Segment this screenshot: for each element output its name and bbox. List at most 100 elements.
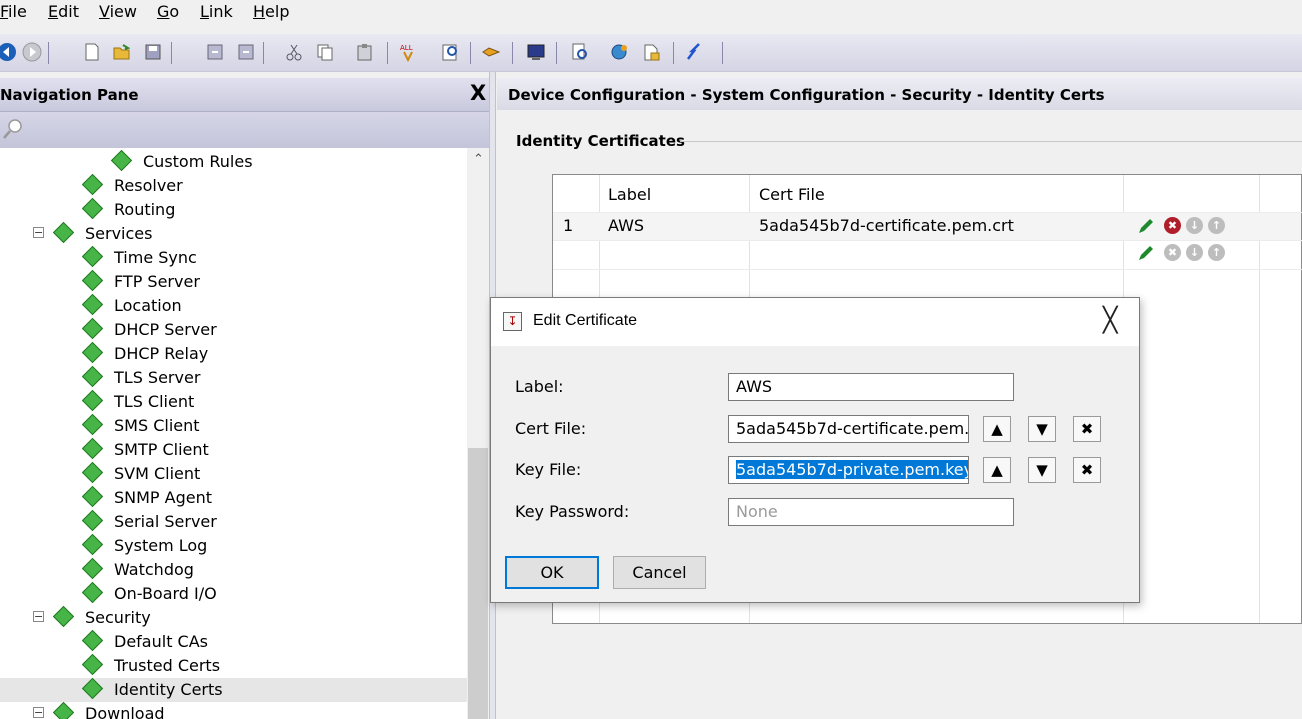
tree-item-label: Security: [85, 608, 151, 627]
cert-file-down-button[interactable]: ▼: [1028, 416, 1056, 442]
navigation-scrollbar[interactable]: ⌃: [467, 148, 489, 719]
tree-item[interactable]: Time Sync: [0, 245, 467, 270]
key-file-down-button[interactable]: ▼: [1028, 457, 1056, 483]
tree-item[interactable]: Resolver: [0, 173, 467, 198]
tree-item[interactable]: SVM Client: [0, 461, 467, 486]
tree-item[interactable]: − Services: [0, 221, 467, 246]
column-header-cert-file[interactable]: Cert File: [759, 185, 825, 204]
cert-file-field[interactable]: 5ada545b7d-certificate.pem.crt: [728, 415, 969, 443]
toolbar-separator: [263, 42, 264, 64]
tree-item[interactable]: DHCP Relay: [0, 341, 467, 366]
tree-item[interactable]: System Log: [0, 533, 467, 558]
key-file-field[interactable]: 5ada545b7d-private.pem.key: [728, 456, 969, 484]
label-field[interactable]: AWS: [728, 373, 1014, 401]
key-file-clear-button[interactable]: ✖: [1073, 457, 1101, 483]
dialog-title-bar[interactable]: ↧ Edit Certificate ╳: [491, 298, 1139, 346]
find-icon[interactable]: [440, 42, 460, 62]
close-icon[interactable]: X: [470, 81, 486, 105]
new-icon[interactable]: [82, 42, 102, 62]
tree-item[interactable]: Serial Server: [0, 509, 467, 534]
open-icon[interactable]: [112, 42, 132, 62]
tree-item[interactable]: − Security: [0, 605, 467, 630]
tree-item[interactable]: Watchdog: [0, 557, 467, 582]
move-up-icon[interactable]: ↑: [1208, 217, 1225, 234]
table-row[interactable]: ✖ ↓ ↑: [553, 241, 1301, 269]
cert-file-clear-button[interactable]: ✖: [1073, 416, 1101, 442]
tree-item[interactable]: Default CAs: [0, 629, 467, 654]
select-all-icon[interactable]: ALL: [398, 42, 418, 62]
tree-item-label: Trusted Certs: [114, 656, 221, 675]
close-icon[interactable]: ╳: [1103, 306, 1117, 334]
forward-icon[interactable]: [22, 42, 42, 62]
delete-icon[interactable]: ✖: [1164, 217, 1181, 234]
terminal-icon[interactable]: [526, 42, 546, 62]
back-icon[interactable]: [0, 42, 17, 62]
tree-item[interactable]: DHCP Server: [0, 317, 467, 342]
key-file-up-button[interactable]: ▲: [983, 457, 1011, 483]
save-icon[interactable]: [143, 42, 163, 62]
tree-item-label: Routing: [114, 200, 176, 219]
menu-edit[interactable]: Edit: [48, 2, 79, 21]
menu-view[interactable]: View: [99, 2, 137, 21]
menu-link[interactable]: Link: [200, 2, 233, 21]
group-title: Identity Certificates: [516, 132, 685, 150]
menu-file[interactable]: File: [0, 2, 27, 21]
collapse-icon[interactable]: −: [33, 227, 44, 238]
globe-search-icon[interactable]: [610, 42, 630, 62]
node-diamond-icon: [81, 173, 104, 196]
node-diamond-icon: [81, 557, 104, 580]
scroll-up-icon[interactable]: ⌃: [473, 152, 484, 167]
tree-item[interactable]: On-Board I/O: [0, 581, 467, 606]
edit-icon[interactable]: [1136, 216, 1156, 236]
move-down-icon[interactable]: ↓: [1186, 217, 1203, 234]
redo-icon[interactable]: [236, 42, 256, 62]
tree-item-label: Identity Certs: [114, 680, 223, 699]
tree-item[interactable]: FTP Server: [0, 269, 467, 294]
undo-icon[interactable]: [205, 42, 225, 62]
main-header: Device Configuration - System Configurat…: [497, 78, 1302, 110]
cert-file-caption: Cert File:: [515, 419, 587, 438]
collapse-icon[interactable]: −: [33, 707, 44, 718]
cancel-button[interactable]: Cancel: [613, 556, 706, 589]
tree-item-label: Time Sync: [114, 248, 197, 267]
copy-icon[interactable]: [315, 42, 335, 62]
key-file-caption: Key File:: [515, 460, 582, 479]
node-diamond-icon: [81, 317, 104, 340]
edit-icon[interactable]: [1136, 243, 1156, 263]
tree-item-label: Default CAs: [114, 632, 208, 651]
cert-file-up-button[interactable]: ▲: [983, 416, 1011, 442]
navigation-search-bar[interactable]: [0, 112, 495, 148]
tree-item-label: SVM Client: [114, 464, 201, 483]
ok-button[interactable]: OK: [505, 556, 599, 589]
search-icon[interactable]: [2, 118, 24, 140]
tree-item[interactable]: SMS Client: [0, 413, 467, 438]
tree-item[interactable]: Trusted Certs: [0, 653, 467, 678]
move-down-icon: ↓: [1186, 244, 1203, 261]
column-header-label[interactable]: Label: [608, 185, 651, 204]
svg-text:ALL: ALL: [400, 44, 413, 52]
tree-item[interactable]: SMTP Client: [0, 437, 467, 462]
tree-item[interactable]: − Download: [0, 701, 467, 719]
collapse-icon[interactable]: −: [33, 611, 44, 622]
connect-icon[interactable]: [481, 42, 501, 62]
search-device-icon[interactable]: [570, 42, 590, 62]
tree-item[interactable]: Custom Rules: [0, 149, 467, 174]
find-file-icon[interactable]: [642, 42, 662, 62]
tree-item[interactable]: SNMP Agent: [0, 485, 467, 510]
tree-item[interactable]: TLS Server: [0, 365, 467, 390]
run-icon[interactable]: [684, 42, 704, 62]
paste-icon[interactable]: [355, 42, 375, 62]
toolbar-separator: [387, 42, 388, 64]
tree-item[interactable]: TLS Client: [0, 389, 467, 414]
tree-item-label: TLS Client: [114, 392, 195, 411]
cut-icon[interactable]: [284, 42, 304, 62]
key-password-field[interactable]: None: [728, 498, 1014, 526]
tree-item[interactable]: Location: [0, 293, 467, 318]
node-diamond-icon: [81, 677, 104, 700]
tree-item[interactable]: Routing: [0, 197, 467, 222]
scrollbar-thumb[interactable]: [468, 448, 488, 719]
tree-item[interactable]: Identity Certs: [0, 677, 467, 702]
menu-help[interactable]: Help: [253, 2, 289, 21]
table-row[interactable]: 1 AWS 5ada545b7d-certificate.pem.crt ✖ ↓…: [553, 213, 1301, 240]
menu-go[interactable]: Go: [157, 2, 179, 21]
